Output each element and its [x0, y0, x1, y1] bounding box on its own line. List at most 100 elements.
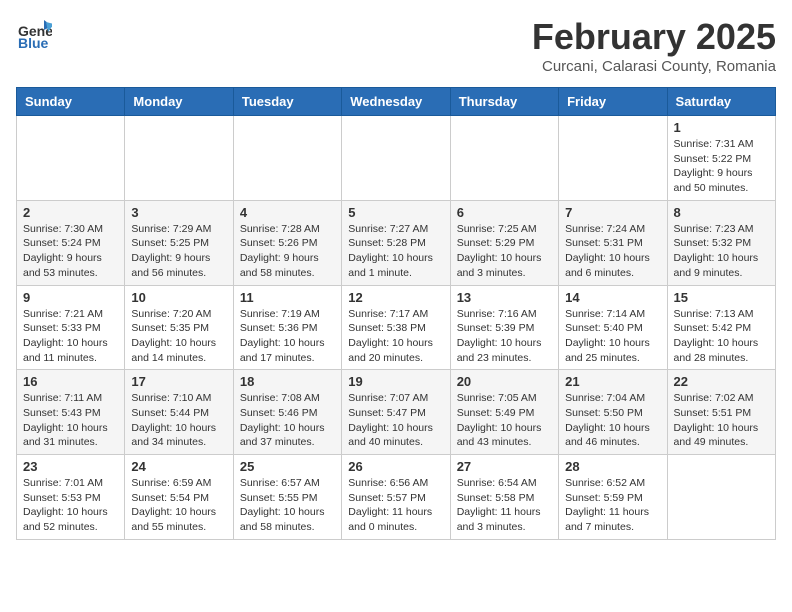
- day-number: 9: [23, 290, 118, 305]
- table-row: 11 Sunrise: 7:19 AMSunset: 5:36 PMDayligh…: [233, 285, 341, 370]
- day-number: 5: [348, 205, 443, 220]
- day-number: 18: [240, 374, 335, 389]
- table-row: 21 Sunrise: 7:04 AMSunset: 5:50 PMDayligh…: [559, 370, 667, 455]
- day-number: 20: [457, 374, 552, 389]
- day-number: 25: [240, 459, 335, 474]
- table-row: 23 Sunrise: 7:01 AMSunset: 5:53 PMDayligh…: [17, 455, 125, 540]
- day-info: Sunrise: 6:54 AMSunset: 5:58 PMDaylight:…: [457, 476, 552, 535]
- col-sunday: Sunday: [17, 88, 125, 116]
- table-row: 4 Sunrise: 7:28 AMSunset: 5:26 PMDaylight…: [233, 200, 341, 285]
- day-number: 23: [23, 459, 118, 474]
- table-row: [450, 116, 558, 201]
- calendar-header-row: Sunday Monday Tuesday Wednesday Thursday…: [17, 88, 776, 116]
- day-info: Sunrise: 7:04 AMSunset: 5:50 PMDaylight:…: [565, 391, 660, 450]
- col-saturday: Saturday: [667, 88, 775, 116]
- table-row: [667, 455, 775, 540]
- day-info: Sunrise: 7:16 AMSunset: 5:39 PMDaylight:…: [457, 307, 552, 366]
- day-number: 4: [240, 205, 335, 220]
- day-info: Sunrise: 6:59 AMSunset: 5:54 PMDaylight:…: [131, 476, 226, 535]
- title-block: February 2025 Curcani, Calarasi County, …: [532, 16, 776, 75]
- table-row: 20 Sunrise: 7:05 AMSunset: 5:49 PMDayligh…: [450, 370, 558, 455]
- day-info: Sunrise: 7:01 AMSunset: 5:53 PMDaylight:…: [23, 476, 118, 535]
- day-info: Sunrise: 7:30 AMSunset: 5:24 PMDaylight:…: [23, 222, 118, 281]
- table-row: 9 Sunrise: 7:21 AMSunset: 5:33 PMDaylight…: [17, 285, 125, 370]
- day-info: Sunrise: 7:08 AMSunset: 5:46 PMDaylight:…: [240, 391, 335, 450]
- table-row: [125, 116, 233, 201]
- calendar-table: Sunday Monday Tuesday Wednesday Thursday…: [16, 87, 776, 540]
- table-row: 7Sunrise: 7:24 AMSunset: 5:31 PMDaylight…: [559, 200, 667, 285]
- day-number: 27: [457, 459, 552, 474]
- day-info: Sunrise: 7:02 AMSunset: 5:51 PMDaylight:…: [674, 391, 769, 450]
- day-info: Sunrise: 7:14 AMSunset: 5:40 PMDaylight:…: [565, 307, 660, 366]
- day-number: 3: [131, 205, 226, 220]
- day-number: 11: [240, 290, 335, 305]
- day-info: Sunrise: 7:31 AMSunset: 5:22 PMDaylight:…: [674, 137, 769, 196]
- day-info: Sunrise: 6:52 AMSunset: 5:59 PMDaylight:…: [565, 476, 660, 535]
- day-number: 10: [131, 290, 226, 305]
- day-number: 24: [131, 459, 226, 474]
- table-row: 8 Sunrise: 7:23 AMSunset: 5:32 PMDaylight…: [667, 200, 775, 285]
- day-number: 19: [348, 374, 443, 389]
- table-row: 10 Sunrise: 7:20 AMSunset: 5:35 PMDayligh…: [125, 285, 233, 370]
- table-row: 16 Sunrise: 7:11 AMSunset: 5:43 PMDayligh…: [17, 370, 125, 455]
- location-title: Curcani, Calarasi County, Romania: [532, 58, 776, 75]
- day-info: Sunrise: 7:07 AMSunset: 5:47 PMDaylight:…: [348, 391, 443, 450]
- table-row: 22 Sunrise: 7:02 AMSunset: 5:51 PMDayligh…: [667, 370, 775, 455]
- day-number: 17: [131, 374, 226, 389]
- day-info: Sunrise: 7:13 AMSunset: 5:42 PMDaylight:…: [674, 307, 769, 366]
- table-row: 12 Sunrise: 7:17 AMSunset: 5:38 PMDayligh…: [342, 285, 450, 370]
- col-wednesday: Wednesday: [342, 88, 450, 116]
- table-row: 25 Sunrise: 6:57 AMSunset: 5:55 PMDayligh…: [233, 455, 341, 540]
- table-row: [559, 116, 667, 201]
- day-info: Sunrise: 7:28 AMSunset: 5:26 PMDaylight:…: [240, 222, 335, 281]
- day-info: Sunrise: 7:21 AMSunset: 5:33 PMDaylight:…: [23, 307, 118, 366]
- month-title: February 2025: [532, 16, 776, 58]
- table-row: 19 Sunrise: 7:07 AMSunset: 5:47 PMDayligh…: [342, 370, 450, 455]
- table-row: 17Sunrise: 7:10 AMSunset: 5:44 PMDayligh…: [125, 370, 233, 455]
- col-tuesday: Tuesday: [233, 88, 341, 116]
- day-info: Sunrise: 7:17 AMSunset: 5:38 PMDaylight:…: [348, 307, 443, 366]
- table-row: 15 Sunrise: 7:13 AMSunset: 5:42 PMDayligh…: [667, 285, 775, 370]
- day-number: 21: [565, 374, 660, 389]
- day-info: Sunrise: 7:29 AMSunset: 5:25 PMDaylight:…: [131, 222, 226, 281]
- table-row: 3 Sunrise: 7:29 AMSunset: 5:25 PMDaylight…: [125, 200, 233, 285]
- day-number: 26: [348, 459, 443, 474]
- table-row: [233, 116, 341, 201]
- logo: General Blue: [16, 16, 52, 57]
- day-info: Sunrise: 7:27 AMSunset: 5:28 PMDaylight:…: [348, 222, 443, 281]
- table-row: 1 Sunrise: 7:31 AMSunset: 5:22 PMDaylight…: [667, 116, 775, 201]
- day-number: 2: [23, 205, 118, 220]
- day-info: Sunrise: 7:20 AMSunset: 5:35 PMDaylight:…: [131, 307, 226, 366]
- col-monday: Monday: [125, 88, 233, 116]
- table-row: 18 Sunrise: 7:08 AMSunset: 5:46 PMDayligh…: [233, 370, 341, 455]
- day-info: Sunrise: 7:25 AMSunset: 5:29 PMDaylight:…: [457, 222, 552, 281]
- table-row: 2 Sunrise: 7:30 AMSunset: 5:24 PMDaylight…: [17, 200, 125, 285]
- day-info: Sunrise: 6:57 AMSunset: 5:55 PMDaylight:…: [240, 476, 335, 535]
- page-header: General Blue February 2025 Curcani, Cala…: [16, 16, 776, 75]
- day-info: Sunrise: 7:11 AMSunset: 5:43 PMDaylight:…: [23, 391, 118, 450]
- day-info: Sunrise: 7:05 AMSunset: 5:49 PMDaylight:…: [457, 391, 552, 450]
- day-number: 1: [674, 120, 769, 135]
- table-row: 6 Sunrise: 7:25 AMSunset: 5:29 PMDaylight…: [450, 200, 558, 285]
- day-number: 16: [23, 374, 118, 389]
- svg-text:Blue: Blue: [18, 35, 49, 51]
- day-number: 28: [565, 459, 660, 474]
- table-row: [17, 116, 125, 201]
- day-number: 22: [674, 374, 769, 389]
- table-row: 13Sunrise: 7:16 AMSunset: 5:39 PMDayligh…: [450, 285, 558, 370]
- day-number: 8: [674, 205, 769, 220]
- day-number: 12: [348, 290, 443, 305]
- day-number: 15: [674, 290, 769, 305]
- table-row: 27 Sunrise: 6:54 AMSunset: 5:58 PMDayligh…: [450, 455, 558, 540]
- day-info: Sunrise: 7:19 AMSunset: 5:36 PMDaylight:…: [240, 307, 335, 366]
- table-row: 5 Sunrise: 7:27 AMSunset: 5:28 PMDaylight…: [342, 200, 450, 285]
- logo-icon: General Blue: [16, 16, 52, 57]
- day-info: Sunrise: 7:24 AMSunset: 5:31 PMDaylight:…: [565, 222, 660, 281]
- day-info: Sunrise: 7:23 AMSunset: 5:32 PMDaylight:…: [674, 222, 769, 281]
- col-friday: Friday: [559, 88, 667, 116]
- table-row: 28 Sunrise: 6:52 AMSunset: 5:59 PMDayligh…: [559, 455, 667, 540]
- col-thursday: Thursday: [450, 88, 558, 116]
- table-row: 26 Sunrise: 6:56 AMSunset: 5:57 PMDayligh…: [342, 455, 450, 540]
- day-info: Sunrise: 6:56 AMSunset: 5:57 PMDaylight:…: [348, 476, 443, 535]
- day-number: 6: [457, 205, 552, 220]
